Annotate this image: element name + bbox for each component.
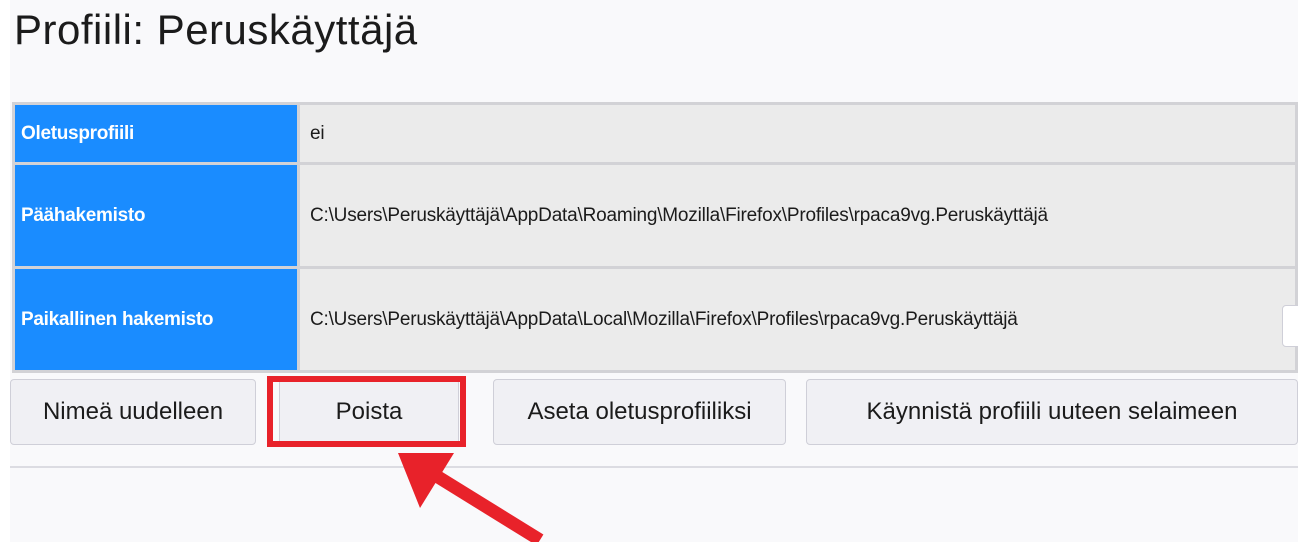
launch-profile-button[interactable]: Käynnistä profiili uuteen selaimeen bbox=[806, 379, 1298, 445]
table-row: Päähakemisto C:\Users\Peruskäyttäjä\AppD… bbox=[12, 162, 1298, 269]
table-row: Paikallinen hakemisto C:\Users\Peruskäyt… bbox=[12, 266, 1298, 373]
open-directory-button[interactable] bbox=[1282, 305, 1298, 347]
row-value-root-directory: C:\Users\Peruskäyttäjä\AppData\Roaming\M… bbox=[297, 162, 1298, 269]
delete-button[interactable]: Poista bbox=[279, 379, 459, 445]
row-label-default-profile: Oletusprofiili bbox=[12, 102, 300, 165]
arrow-up-left-icon bbox=[398, 453, 544, 542]
row-value-local-directory: C:\Users\Peruskäyttäjä\AppData\Local\Moz… bbox=[297, 266, 1298, 373]
page-title: Profiili: Peruskäyttäjä bbox=[14, 6, 418, 53]
set-default-profile-button[interactable]: Aseta oletusprofiiliksi bbox=[493, 379, 786, 445]
row-value-default-profile: ei bbox=[297, 102, 1298, 165]
row-label-local-directory: Paikallinen hakemisto bbox=[12, 266, 300, 373]
profile-info-table: Oletusprofiili ei Päähakemisto C:\Users\… bbox=[12, 102, 1298, 373]
rename-button[interactable]: Nimeä uudelleen bbox=[10, 379, 256, 445]
row-label-root-directory: Päähakemisto bbox=[12, 162, 300, 269]
divider bbox=[10, 466, 1298, 468]
table-row: Oletusprofiili ei bbox=[12, 102, 1298, 165]
